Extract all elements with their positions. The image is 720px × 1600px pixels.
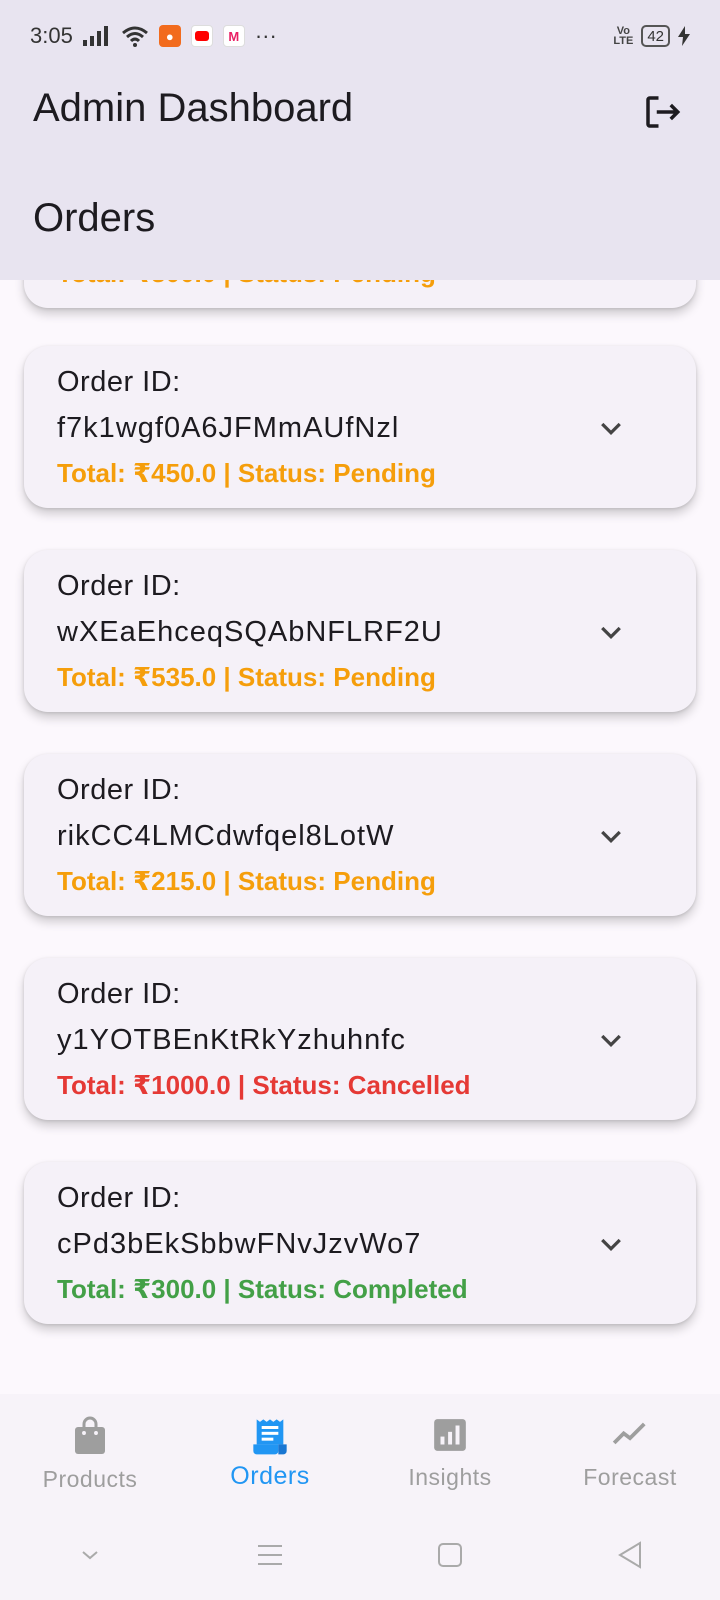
battery-icon: 42 <box>641 25 670 47</box>
chevron-down-icon[interactable] <box>596 414 626 444</box>
nav-item-orders[interactable]: Orders <box>180 1394 360 1510</box>
nav-label: Products <box>42 1466 138 1492</box>
order-id-value: y1YOTBEnKtRkYzhuhnfc <box>57 1024 406 1056</box>
myntra-icon: M <box>222 25 245 47</box>
logout-icon <box>646 96 681 128</box>
volte-icon: Vo LTE <box>613 26 634 47</box>
order-card[interactable]: Order ID: rikCC4LMCdwfqel8LotW Total: ₹2… <box>24 754 696 916</box>
more-notifications-icon: ··· <box>254 23 277 48</box>
order-id-label: Order ID: <box>57 366 181 398</box>
nav-item-forecast[interactable]: Forecast <box>540 1394 720 1510</box>
order-card[interactable]: Order ID: cPd3bEkSbbwFNvJzvWo7 Total: ₹3… <box>24 1162 696 1324</box>
youtube-icon <box>190 25 213 47</box>
order-summary: Total: ₹300.0 | Status: Pending <box>57 280 436 289</box>
order-summary: Total: ₹300.0 | Status: Completed <box>57 1274 468 1304</box>
order-summary: Total: ₹450.0 | Status: Pending <box>57 458 436 488</box>
wifi-icon <box>121 26 148 47</box>
order-id-label: Order ID: <box>57 1182 181 1214</box>
back-button[interactable] <box>600 1525 660 1585</box>
chevron-down-icon[interactable] <box>596 618 626 648</box>
logout-button[interactable] <box>636 86 688 138</box>
hide-nav-button[interactable] <box>60 1525 120 1585</box>
order-id-label: Order ID: <box>57 570 181 602</box>
chevron-down-icon[interactable] <box>596 822 626 852</box>
order-card[interactable]: Order ID: y1YOTBEnKtRkYzhuhnfc Total: ₹1… <box>24 958 696 1120</box>
order-id-value: f7k1wgf0A6JFMmAUfNzl <box>57 412 400 444</box>
section-title: Orders <box>33 196 156 240</box>
order-id-label: Order ID: <box>57 978 181 1010</box>
page-title: Admin Dashboard <box>33 86 354 130</box>
status-left: 3:05 ● M ··· <box>30 23 277 49</box>
nav-item-products[interactable]: Products <box>0 1394 180 1510</box>
home-square-icon <box>438 1543 462 1567</box>
app-bar: Admin Dashboard Orders <box>0 72 720 280</box>
order-summary: Total: ₹1000.0 | Status: Cancelled <box>57 1070 471 1100</box>
nav-item-insights[interactable]: Insights <box>360 1394 540 1510</box>
order-card[interactable]: Order ID: wXEaEhceqSQAbNFLRF2U Total: ₹5… <box>24 550 696 712</box>
volte-bottom: LTE <box>613 35 634 47</box>
orders-list[interactable]: Total: ₹300.0 | Status: Pending Order ID… <box>0 280 720 1394</box>
trending-icon <box>612 1422 646 1445</box>
shopping-bag-icon <box>75 1416 105 1454</box>
system-navigation-bar <box>0 1510 720 1600</box>
nav-label: Forecast <box>583 1464 677 1490</box>
nav-label: Orders <box>230 1462 310 1490</box>
bottom-navigation: Products Orders Insights Forecast <box>0 1394 720 1510</box>
chevron-down-icon[interactable] <box>596 1026 626 1056</box>
order-id-value: rikCC4LMCdwfqel8LotW <box>57 820 395 852</box>
back-triangle-icon <box>618 1541 641 1569</box>
menu-icon <box>258 1545 282 1565</box>
receipt-icon <box>253 1419 287 1455</box>
order-summary: Total: ₹215.0 | Status: Pending <box>57 866 436 896</box>
order-id-value: cPd3bEkSbbwFNvJzvWo7 <box>57 1228 422 1260</box>
charging-icon <box>678 26 690 46</box>
recents-button[interactable] <box>240 1525 300 1585</box>
order-summary: Total: ₹535.0 | Status: Pending <box>57 662 436 692</box>
chevron-down-icon <box>82 1551 98 1560</box>
status-bar: 3:05 ● M ··· Vo LTE 42 <box>0 0 720 72</box>
bar-chart-icon <box>434 1419 466 1451</box>
status-right: Vo LTE 42 <box>613 25 690 47</box>
order-id-value: wXEaEhceqSQAbNFLRF2U <box>57 616 443 648</box>
nav-label: Insights <box>408 1464 492 1490</box>
signal-icon <box>82 26 108 46</box>
order-id-label: Order ID: <box>57 774 181 806</box>
order-card[interactable]: Order ID: f7k1wgf0A6JFMmAUfNzl Total: ₹4… <box>24 346 696 508</box>
notification-app-icon: ● <box>158 25 181 47</box>
clock: 3:05 <box>30 23 73 48</box>
home-button[interactable] <box>420 1525 480 1585</box>
battery-level: 42 <box>647 27 664 45</box>
order-card[interactable]: Total: ₹300.0 | Status: Pending <box>24 280 696 308</box>
chevron-down-icon[interactable] <box>596 1230 626 1260</box>
